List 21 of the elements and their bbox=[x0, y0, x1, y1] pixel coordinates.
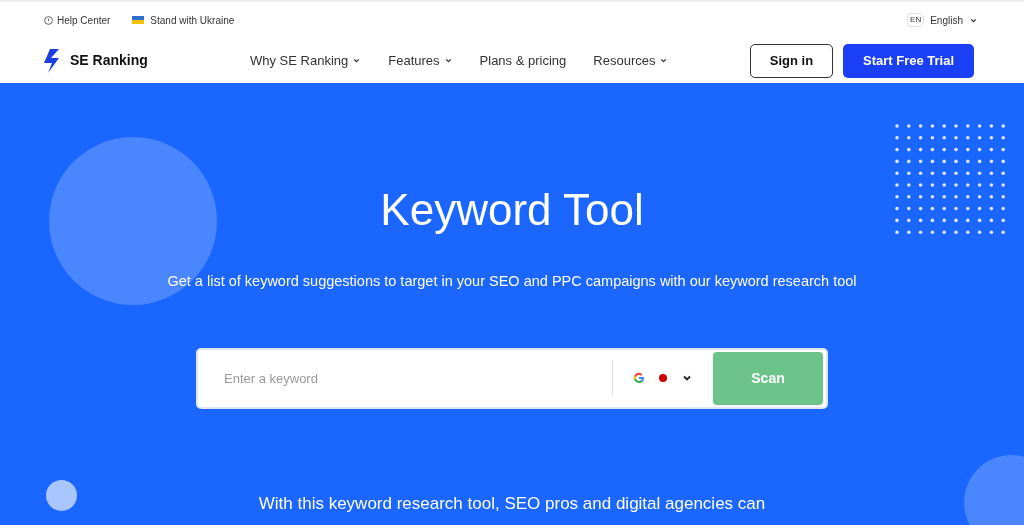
help-icon bbox=[44, 15, 53, 25]
nav-link[interactable]: Plans & pricing bbox=[479, 50, 567, 71]
help-center-link[interactable]: Help Center bbox=[44, 12, 111, 28]
language-label: English bbox=[930, 13, 963, 28]
page-title: Keyword Tool bbox=[380, 184, 644, 236]
page-subtitle: Get a list of keyword suggestions to target in your SEO and PPC campaigns with our keyword research tool bbox=[167, 272, 857, 291]
nav-link[interactable]: Why SE Ranking bbox=[250, 50, 362, 71]
stand-with-ukraine-link[interactable]: Stand with Ukraine bbox=[132, 12, 235, 28]
language-selector[interactable]: EN English bbox=[907, 12, 978, 28]
logo-text: SE Ranking bbox=[70, 51, 148, 70]
section-heading: With this keyword research tool, SEO pros and digital agencies can bbox=[258, 492, 766, 515]
ukraine-flag-icon bbox=[132, 16, 145, 24]
google-icon bbox=[633, 372, 645, 385]
start-free-trial-button[interactable]: Start Free Trial bbox=[843, 43, 974, 78]
chevron-down-icon bbox=[659, 56, 669, 65]
chevron-down-icon bbox=[352, 56, 362, 65]
language-code: EN bbox=[907, 13, 925, 27]
chevron-down-icon bbox=[443, 56, 453, 65]
nav-link[interactable]: Resources bbox=[593, 50, 669, 71]
sign-in-button[interactable]: Sign in bbox=[750, 43, 833, 78]
nav-link[interactable]: Features bbox=[388, 50, 453, 71]
